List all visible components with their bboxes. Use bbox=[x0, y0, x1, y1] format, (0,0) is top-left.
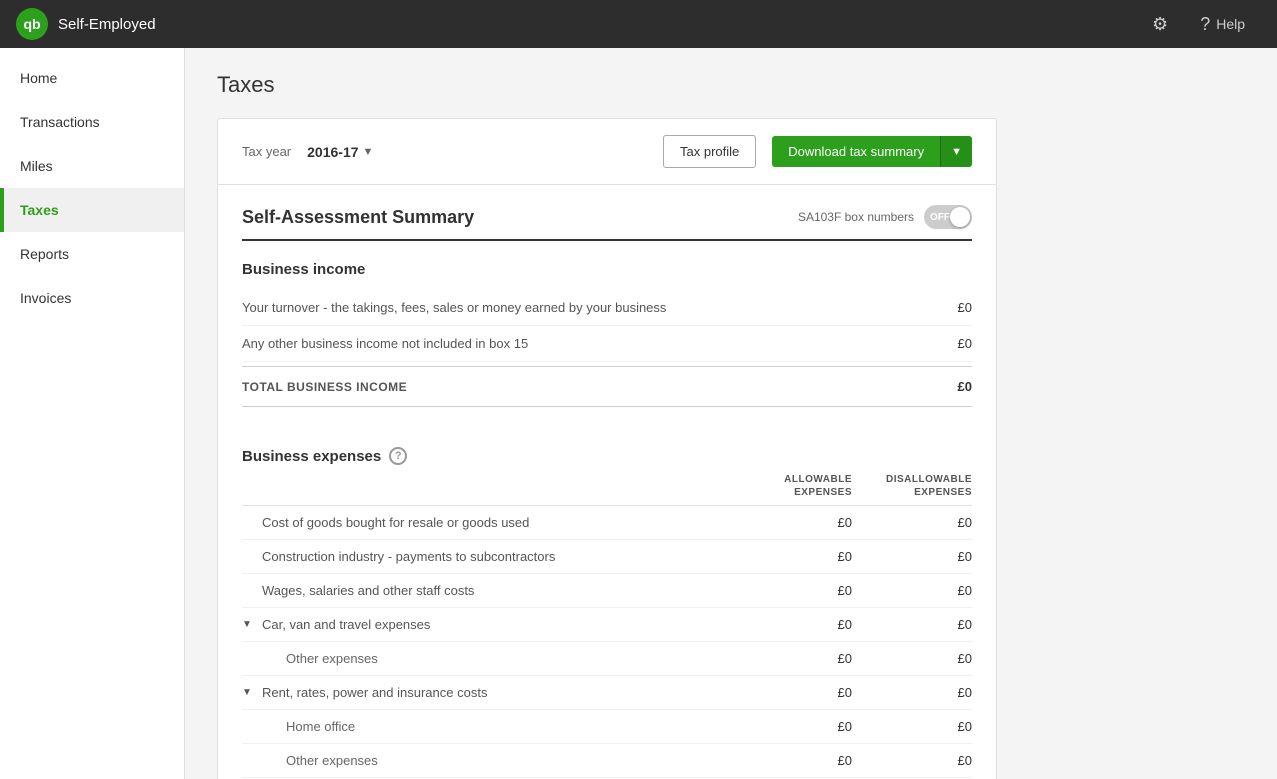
sa103f-toggle-group: SA103F box numbers OFF bbox=[798, 205, 972, 229]
main-content: Taxes Tax year 2016-17 ▼ Tax profile Dow… bbox=[185, 48, 1277, 779]
expense-disallowable-rent: £0 bbox=[852, 685, 972, 700]
expense-row-construction: Construction industry - payments to subc… bbox=[242, 540, 972, 574]
summary-section: Self-Assessment Summary SA103F box numbe… bbox=[218, 185, 996, 427]
download-tax-summary-button[interactable]: Download tax summary bbox=[772, 136, 940, 167]
sa103f-label: SA103F box numbers bbox=[798, 210, 914, 224]
settings-button[interactable]: ⚙ bbox=[1136, 0, 1184, 48]
car-expand-toggle[interactable]: ▼ bbox=[242, 619, 262, 630]
help-circle-icon: ? bbox=[1200, 14, 1210, 35]
expense-disallowable-construction: £0 bbox=[852, 549, 972, 564]
expense-disallowable-goods: £0 bbox=[852, 515, 972, 530]
sidebar-item-invoices[interactable]: Invoices bbox=[0, 276, 184, 320]
business-income-title: Business income bbox=[242, 261, 972, 278]
brand: qb Self-Employed bbox=[16, 8, 1136, 40]
tax-profile-button[interactable]: Tax profile bbox=[663, 135, 756, 168]
download-button-group: Download tax summary ▼ bbox=[772, 136, 972, 167]
topnav-actions: ⚙ ? Help bbox=[1136, 0, 1261, 48]
tax-year-label: Tax year bbox=[242, 144, 291, 159]
info-icon[interactable]: ? bbox=[389, 447, 407, 465]
income-label-turnover: Your turnover - the takings, fees, sales… bbox=[242, 300, 666, 315]
income-amount-other: £0 bbox=[958, 336, 972, 351]
expense-row-home-office: Home office £0 £0 bbox=[242, 710, 972, 744]
income-label-other: Any other business income not included i… bbox=[242, 336, 528, 351]
expense-allowable-car-other: £0 bbox=[732, 651, 852, 666]
total-amount: £0 bbox=[958, 379, 972, 394]
main-layout: Home Transactions Miles Taxes Reports In… bbox=[0, 48, 1277, 779]
income-row-turnover: Your turnover - the takings, fees, sales… bbox=[242, 290, 972, 326]
sidebar-item-home[interactable]: Home bbox=[0, 56, 184, 100]
expense-row-car-other: Other expenses £0 £0 bbox=[242, 642, 972, 676]
sidebar-item-miles[interactable]: Miles bbox=[0, 144, 184, 188]
expense-label-construction: Construction industry - payments to subc… bbox=[262, 549, 732, 564]
income-amount-turnover: £0 bbox=[958, 300, 972, 315]
expense-allowable-rent: £0 bbox=[732, 685, 852, 700]
expense-label-home-office: Home office bbox=[262, 719, 732, 734]
expense-row-wages: Wages, salaries and other staff costs £0… bbox=[242, 574, 972, 608]
sidebar-item-transactions[interactable]: Transactions bbox=[0, 100, 184, 144]
business-expenses-section: Business expenses ? ALLOWABLE EXPENSES D… bbox=[218, 427, 996, 779]
taxes-panel: Tax year 2016-17 ▼ Tax profile Download … bbox=[217, 118, 997, 779]
expense-row-rent-other: Other expenses £0 £0 bbox=[242, 744, 972, 778]
brand-name: Self-Employed bbox=[58, 16, 156, 33]
income-row-other: Any other business income not included i… bbox=[242, 326, 972, 362]
top-nav: qb Self-Employed ⚙ ? Help bbox=[0, 0, 1277, 48]
expenses-title: Business expenses bbox=[242, 448, 381, 465]
download-dropdown-button[interactable]: ▼ bbox=[940, 136, 972, 167]
expense-allowable-wages: £0 bbox=[732, 583, 852, 598]
help-label: Help bbox=[1216, 16, 1245, 32]
help-button[interactable]: ? Help bbox=[1184, 0, 1261, 48]
gear-icon: ⚙ bbox=[1152, 14, 1168, 35]
expense-row-goods: Cost of goods bought for resale or goods… bbox=[242, 506, 972, 540]
expense-disallowable-car: £0 bbox=[852, 617, 972, 632]
expense-allowable-construction: £0 bbox=[732, 549, 852, 564]
expense-disallowable-home-office: £0 bbox=[852, 719, 972, 734]
expense-row-rent: ▼ Rent, rates, power and insurance costs… bbox=[242, 676, 972, 710]
total-label: TOTAL BUSINESS INCOME bbox=[242, 380, 407, 394]
expense-label-car: Car, van and travel expenses bbox=[262, 617, 732, 632]
toggle-off-label: OFF bbox=[930, 212, 950, 223]
col-disallowable-header: DISALLOWABLE EXPENSES bbox=[852, 473, 972, 499]
summary-header: Self-Assessment Summary SA103F box numbe… bbox=[242, 205, 972, 241]
sidebar: Home Transactions Miles Taxes Reports In… bbox=[0, 48, 185, 779]
toggle-knob bbox=[950, 207, 970, 227]
business-income-section: Business income Your turnover - the taki… bbox=[242, 261, 972, 407]
sidebar-item-taxes[interactable]: Taxes bbox=[0, 188, 184, 232]
expense-disallowable-car-other: £0 bbox=[852, 651, 972, 666]
expense-allowable-goods: £0 bbox=[732, 515, 852, 530]
total-business-income-row: TOTAL BUSINESS INCOME £0 bbox=[242, 366, 972, 407]
expense-allowable-car: £0 bbox=[732, 617, 852, 632]
expense-row-car: ▼ Car, van and travel expenses £0 £0 bbox=[242, 608, 972, 642]
sidebar-item-reports[interactable]: Reports bbox=[0, 232, 184, 276]
summary-title: Self-Assessment Summary bbox=[242, 207, 474, 228]
expense-label-wages: Wages, salaries and other staff costs bbox=[262, 583, 732, 598]
expense-label-rent: Rent, rates, power and insurance costs bbox=[262, 685, 732, 700]
expense-label-rent-other: Other expenses bbox=[262, 753, 732, 768]
expense-label-goods: Cost of goods bought for resale or goods… bbox=[262, 515, 732, 530]
page-title: Taxes bbox=[217, 72, 1245, 98]
tax-year-value: 2016-17 bbox=[307, 144, 358, 160]
expense-disallowable-wages: £0 bbox=[852, 583, 972, 598]
expenses-header-row: Business expenses ? bbox=[242, 447, 972, 465]
chevron-down-icon: ▼ bbox=[951, 146, 962, 158]
dropdown-caret-icon: ▼ bbox=[363, 146, 374, 158]
tax-year-bar: Tax year 2016-17 ▼ Tax profile Download … bbox=[218, 119, 996, 185]
rent-expand-toggle[interactable]: ▼ bbox=[242, 687, 262, 698]
tax-year-dropdown[interactable]: 2016-17 ▼ bbox=[307, 144, 373, 160]
expenses-col-headers: ALLOWABLE EXPENSES DISALLOWABLE EXPENSES bbox=[242, 473, 972, 506]
qb-logo: qb bbox=[16, 8, 48, 40]
col-allowable-header: ALLOWABLE EXPENSES bbox=[732, 473, 852, 499]
sa103f-toggle[interactable]: OFF bbox=[924, 205, 972, 229]
expense-label-car-other: Other expenses bbox=[262, 651, 732, 666]
expense-allowable-rent-other: £0 bbox=[732, 753, 852, 768]
expense-allowable-home-office: £0 bbox=[732, 719, 852, 734]
expense-disallowable-rent-other: £0 bbox=[852, 753, 972, 768]
